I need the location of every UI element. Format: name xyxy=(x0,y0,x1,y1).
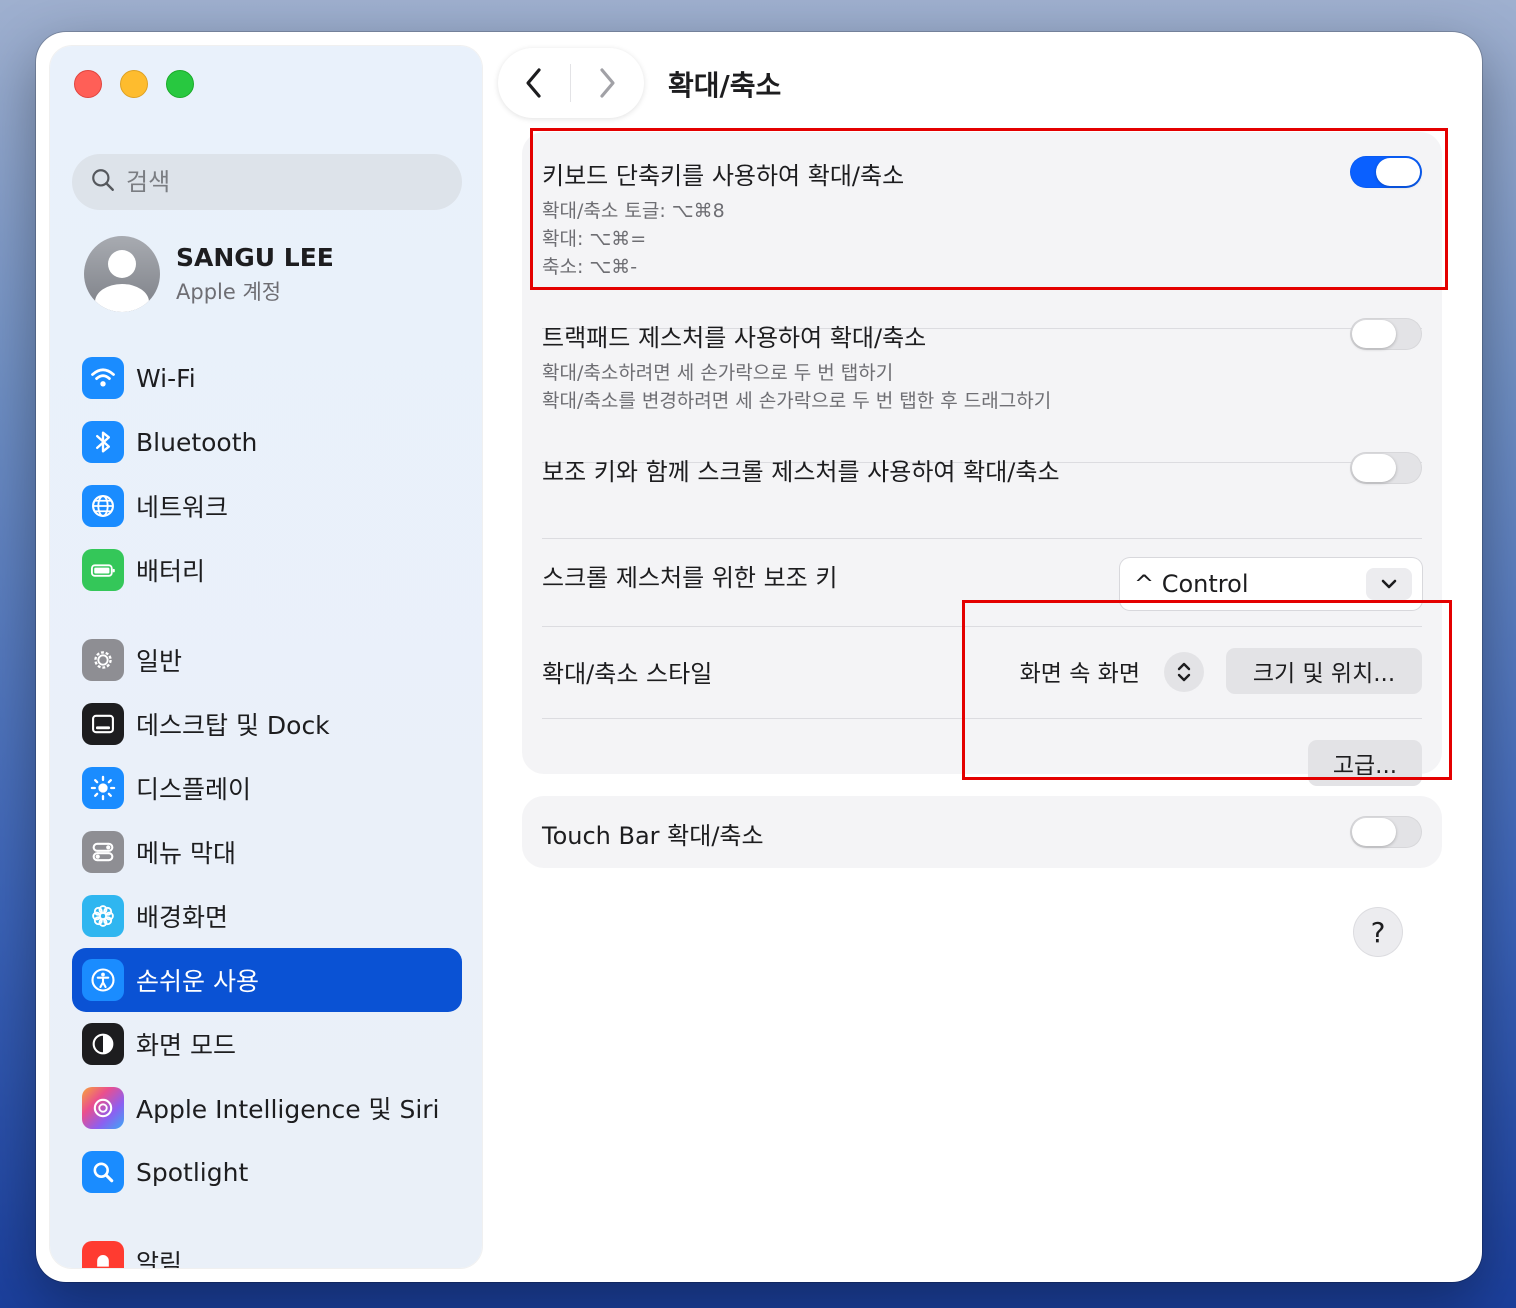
avatar xyxy=(84,236,160,312)
up-down-chevron-icon xyxy=(1177,662,1191,682)
main-pane: 확대/축소 키보드 단축키를 사용하여 확대/축소 확대/축소 토글: ⌥⌘8 … xyxy=(482,32,1482,1282)
keyboard-shortcut-row: 키보드 단축키를 사용하여 확대/축소 확대/축소 토글: ⌥⌘8 확대: ⌥⌘… xyxy=(542,156,1422,306)
sidebar-item-desktop-dock[interactable]: 데스크탑 및 Dock xyxy=(72,692,462,756)
sun-icon xyxy=(82,767,124,809)
trackpad-gesture-line-2: 확대/축소를 변경하려면 세 손가락으로 두 번 탭한 후 드래그하기 xyxy=(542,390,1052,412)
bluetooth-icon xyxy=(82,421,124,463)
minimize-button[interactable] xyxy=(120,70,148,98)
sidebar-item-wifi[interactable]: Wi-Fi xyxy=(72,346,462,410)
trackpad-gesture-toggle[interactable] xyxy=(1350,318,1422,350)
sidebar-item-label: 배경화면 xyxy=(136,903,229,932)
keyboard-shortcut-zoom-in-line: 확대: ⌥⌘= xyxy=(542,228,647,250)
sidebar-item-bluetooth[interactable]: Bluetooth xyxy=(72,410,462,474)
sidebar-item-menubar[interactable]: 메뉴 막대 xyxy=(72,820,462,884)
zoom-button[interactable] xyxy=(166,70,194,98)
sidebar-item-display[interactable]: 디스플레이 xyxy=(72,756,462,820)
touchbar-row: Touch Bar 확대/축소 xyxy=(542,816,1422,856)
sidebar-item-label: 알림 xyxy=(136,1249,183,1268)
trackpad-gesture-title: 트랙패드 제스처를 사용하여 확대/축소 xyxy=(542,324,927,352)
trackpad-gesture-line-1: 확대/축소하려면 세 손가락으로 두 번 탭하기 xyxy=(542,362,894,384)
help-button[interactable]: ? xyxy=(1354,908,1402,956)
advanced-button[interactable]: 고급... xyxy=(1308,740,1422,786)
sidebar-item-battery[interactable]: 배터리 xyxy=(72,538,462,602)
sidebar-item-siri[interactable]: Apple Intelligence 및 Siri xyxy=(72,1076,462,1140)
settings-window: SANGU LEE Apple 계정 Wi-Fi Bluetooth xyxy=(36,32,1482,1282)
wifi-icon xyxy=(82,357,124,399)
sidebar-item-wallpaper[interactable]: 배경화면 xyxy=(72,884,462,948)
sidebar-item-label: 배터리 xyxy=(136,557,206,586)
bell-icon xyxy=(82,1241,124,1268)
navigation-buttons xyxy=(498,48,644,118)
trackpad-gesture-row: 트랙패드 제스처를 사용하여 확대/축소 확대/축소하려면 세 손가락으로 두 … xyxy=(542,318,1422,428)
sidebar-item-label: Bluetooth xyxy=(136,427,258,457)
sidebar-item-general[interactable]: 일반 xyxy=(72,628,462,692)
battery-icon xyxy=(82,549,124,591)
modifier-key-select[interactable]: ^ Control xyxy=(1120,558,1422,610)
appearance-icon xyxy=(82,1023,124,1065)
account-name: SANGU LEE xyxy=(176,242,334,272)
zoom-settings-card: 키보드 단축키를 사용하여 확대/축소 확대/축소 토글: ⌥⌘8 확대: ⌥⌘… xyxy=(522,132,1442,786)
zoom-style-row: 확대/축소 스타일 화면 속 화면 크기 및 위치... xyxy=(542,626,1422,718)
touchbar-toggle[interactable] xyxy=(1350,816,1422,848)
sidebar: SANGU LEE Apple 계정 Wi-Fi Bluetooth xyxy=(50,46,482,1268)
search-icon xyxy=(90,167,116,197)
sidebar-item-label: 디스플레이 xyxy=(136,775,252,804)
touchbar-card: Touch Bar 확대/축소 xyxy=(522,796,1442,868)
keyboard-shortcut-title: 키보드 단축키를 사용하여 확대/축소 xyxy=(542,162,905,190)
chevron-down-icon xyxy=(1366,568,1412,600)
back-button[interactable] xyxy=(498,48,570,118)
sidebar-item-label: 손쉬운 사용 xyxy=(136,967,259,996)
scroll-gesture-toggle[interactable] xyxy=(1350,452,1422,484)
search-input[interactable] xyxy=(126,168,446,196)
keyboard-shortcut-toggle[interactable] xyxy=(1350,156,1422,188)
sidebar-nav: Wi-Fi Bluetooth 네트워크 배터리 일반 데스크탑 및 Dock … xyxy=(72,346,462,1268)
chevron-left-icon xyxy=(526,68,541,98)
zoom-style-value[interactable]: 화면 속 화면 xyxy=(1020,654,1140,688)
sidebar-item-accessibility[interactable]: 손쉬운 사용 xyxy=(72,948,462,1012)
gear-icon xyxy=(82,639,124,681)
scroll-gesture-title: 보조 키와 함께 스크롤 제스처를 사용하여 확대/축소 xyxy=(542,458,1060,486)
zoom-style-stepper[interactable] xyxy=(1164,652,1204,692)
menubar-icon xyxy=(82,831,124,873)
sidebar-item-label: 일반 xyxy=(136,647,183,676)
modifier-key-value: ^ Control xyxy=(1134,570,1249,598)
search-field[interactable] xyxy=(72,154,462,210)
sidebar-item-label: 메뉴 막대 xyxy=(136,839,236,868)
sidebar-item-label: 네트워크 xyxy=(136,493,229,522)
close-button[interactable] xyxy=(74,70,102,98)
zoom-style-title: 확대/축소 스타일 xyxy=(542,660,713,688)
flower-icon xyxy=(82,895,124,937)
sidebar-item-appearance[interactable]: 화면 모드 xyxy=(72,1012,462,1076)
sidebar-item-label: 화면 모드 xyxy=(136,1031,236,1060)
account-subtitle: Apple 계정 xyxy=(176,279,282,304)
dock-icon xyxy=(82,703,124,745)
modifier-key-row: 스크롤 제스처를 위한 보조 키 ^ Control xyxy=(542,538,1422,626)
globe-icon xyxy=(82,485,124,527)
sidebar-item-label: Spotlight xyxy=(136,1157,249,1187)
sidebar-item-spotlight[interactable]: Spotlight xyxy=(72,1140,462,1204)
traffic-lights xyxy=(74,70,194,98)
sidebar-item-label: Wi-Fi xyxy=(136,363,196,393)
chevron-right-icon xyxy=(600,68,615,98)
magnifier-icon xyxy=(82,1151,124,1193)
sidebar-item-notifications[interactable]: 알림 xyxy=(72,1230,462,1268)
keyboard-shortcut-toggle-line: 확대/축소 토글: ⌥⌘8 xyxy=(542,200,725,222)
siri-icon xyxy=(82,1087,124,1129)
account-row[interactable]: SANGU LEE Apple 계정 xyxy=(84,236,334,312)
touchbar-title: Touch Bar 확대/축소 xyxy=(542,822,764,850)
accessibility-icon xyxy=(82,959,124,1001)
keyboard-shortcut-zoom-out-line: 축소: ⌥⌘- xyxy=(542,256,638,278)
size-position-button[interactable]: 크기 및 위치... xyxy=(1226,648,1422,694)
sidebar-item-network[interactable]: 네트워크 xyxy=(72,474,462,538)
sidebar-item-label: Apple Intelligence 및 Siri xyxy=(136,1095,440,1124)
forward-button[interactable] xyxy=(571,48,643,118)
sidebar-item-label: 데스크탑 및 Dock xyxy=(136,711,330,740)
scroll-gesture-row: 보조 키와 함께 스크롤 제스처를 사용하여 확대/축소 xyxy=(542,452,1422,512)
page-title: 확대/축소 xyxy=(668,69,782,102)
